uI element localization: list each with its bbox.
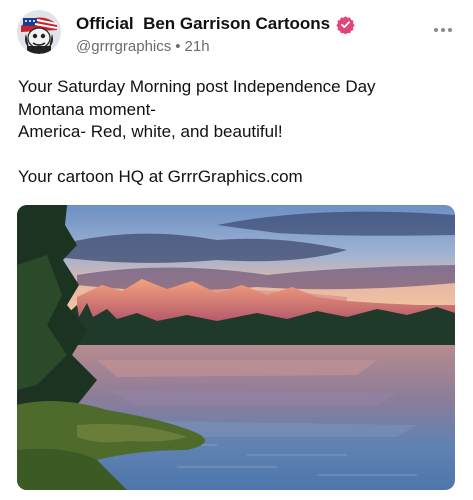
avatar[interactable] (17, 10, 61, 54)
post-card: Official Ben Garrison Cartoons @grrrgrap… (0, 0, 473, 500)
timestamp[interactable]: 21h (185, 38, 210, 55)
verified-badge-icon (336, 15, 355, 35)
post-header: Official Ben Garrison Cartoons @grrrgrap… (76, 14, 355, 55)
name-row: Official Ben Garrison Cartoons (76, 14, 355, 35)
post-image[interactable] (17, 205, 455, 490)
avatar-image (17, 10, 61, 54)
post-line-5: Your cartoon HQ at GrrrGraphics.com (18, 167, 303, 186)
post-line-4 (18, 144, 458, 167)
post-line-2: Montana moment- (18, 99, 156, 119)
separator-dot: • (175, 38, 181, 55)
post-line-3: America- Red, white, and beautiful! (18, 122, 283, 141)
meta-row: @grrrgraphics • 21h (76, 38, 355, 55)
display-name[interactable]: Official Ben Garrison Cartoons (76, 14, 330, 34)
post-text: Your Saturday Morning post Independence … (18, 76, 458, 189)
more-horizontal-icon[interactable] (433, 22, 453, 32)
handle[interactable]: @grrrgraphics (76, 38, 171, 55)
landscape-photo (17, 205, 455, 490)
post-line-1: Your Saturday Morning post Independence … (18, 77, 376, 96)
